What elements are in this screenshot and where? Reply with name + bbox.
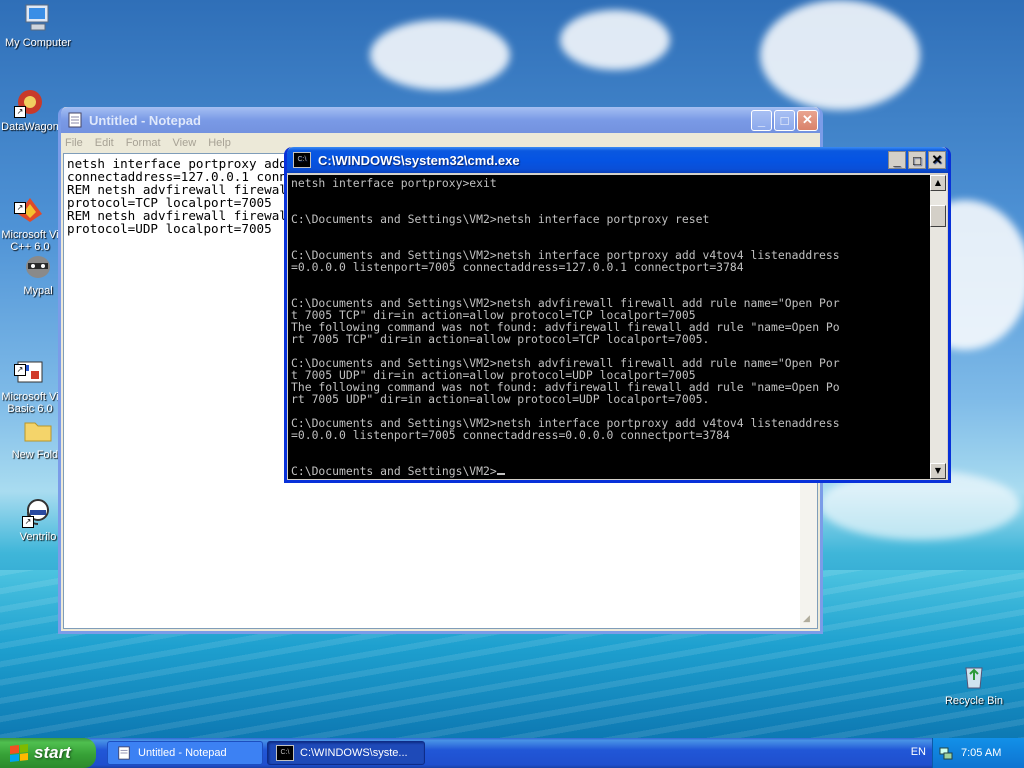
close-icon: ✕ bbox=[802, 112, 813, 127]
cmd-icon: C:\ bbox=[276, 745, 294, 761]
notepad-title: Untitled - Notepad bbox=[89, 112, 201, 128]
console-area[interactable]: netsh interface portproxy>exit C:\Docume… bbox=[288, 175, 947, 479]
scroll-up-button[interactable]: ▲ bbox=[930, 175, 946, 191]
scroll-thumb[interactable] bbox=[930, 205, 946, 227]
minimize-icon: _ bbox=[757, 112, 766, 128]
cloud bbox=[370, 20, 510, 90]
taskbar-item-notepad[interactable]: Untitled - Notepad bbox=[107, 741, 263, 765]
maximize-button[interactable]: □ bbox=[774, 109, 795, 131]
language-indicator[interactable]: EN bbox=[911, 746, 926, 758]
shortcut-arrow-icon: ↗ bbox=[22, 516, 34, 528]
menu-edit[interactable]: Edit bbox=[95, 137, 114, 149]
clock[interactable]: 7:05 AM bbox=[961, 747, 1001, 759]
minimize-button[interactable]: _ bbox=[888, 151, 906, 169]
cloud bbox=[760, 0, 920, 110]
cmd-window[interactable]: C:\ C:\WINDOWS\system32\cmd.exe _ □ ✕ ne… bbox=[284, 147, 951, 483]
scroll-down-button[interactable]: ▼ bbox=[930, 463, 946, 479]
notepad-icon bbox=[118, 746, 130, 760]
menu-help[interactable]: Help bbox=[208, 137, 231, 149]
console-text: netsh interface portproxy>exit C:\Docume… bbox=[291, 176, 840, 478]
minimize-icon: _ bbox=[893, 152, 901, 168]
desktop-icon-label: My Computer bbox=[4, 37, 72, 49]
cloud bbox=[560, 10, 670, 70]
visual-basic-icon: ↗ bbox=[14, 344, 46, 383]
visual-studio-icon: ↗ bbox=[14, 182, 46, 222]
close-icon: ✕ bbox=[931, 152, 943, 167]
maximize-button[interactable]: □ bbox=[908, 151, 926, 169]
close-button[interactable]: ✕ bbox=[928, 151, 946, 169]
taskbar-item-label: C:\WINDOWS\syste... bbox=[300, 747, 408, 759]
recycle-bin-icon bbox=[958, 660, 990, 692]
system-tray: 7:05 AM bbox=[932, 738, 1024, 768]
taskbar-item-cmd[interactable]: C:\ C:\WINDOWS\syste... bbox=[267, 741, 425, 765]
resize-grip-icon[interactable]: ◢ bbox=[803, 614, 815, 626]
taskbar: start Untitled - Notepad C:\ C:\WINDOWS\… bbox=[0, 738, 1024, 768]
maximize-icon: □ bbox=[780, 112, 789, 128]
folder-icon bbox=[22, 414, 54, 446]
desktop-icon-label: Recycle Bin bbox=[944, 695, 1004, 707]
network-icon[interactable] bbox=[939, 746, 953, 760]
start-button[interactable]: start bbox=[0, 738, 96, 768]
console-output[interactable]: netsh interface portproxy>exit C:\Docume… bbox=[288, 175, 932, 479]
shortcut-arrow-icon: ↗ bbox=[14, 106, 26, 118]
notepad-icon bbox=[68, 112, 82, 128]
menu-format[interactable]: Format bbox=[126, 137, 161, 149]
raccoon-icon bbox=[22, 250, 54, 282]
datawagon-icon: ↗ bbox=[14, 86, 46, 118]
shortcut-arrow-icon: ↗ bbox=[14, 364, 26, 376]
computer-icon bbox=[22, 2, 54, 34]
minimize-button[interactable]: _ bbox=[751, 109, 772, 131]
shortcut-arrow-icon: ↗ bbox=[14, 202, 26, 214]
notepad-titlebar[interactable]: Untitled - Notepad _ □ ✕ bbox=[61, 107, 820, 133]
maximize-icon: □ bbox=[913, 152, 921, 168]
windows-logo-icon bbox=[10, 744, 28, 762]
arrow-up-icon: ▲ bbox=[934, 178, 942, 187]
start-label: start bbox=[34, 743, 71, 762]
cmd-title: C:\WINDOWS\system32\cmd.exe bbox=[318, 152, 520, 168]
console-scrollbar[interactable]: ▲ ▼ bbox=[930, 175, 947, 479]
cmd-icon: C:\ bbox=[293, 152, 311, 168]
menu-view[interactable]: View bbox=[173, 137, 197, 149]
cmd-titlebar[interactable]: C:\ C:\WINDOWS\system32\cmd.exe _ □ ✕ bbox=[287, 147, 948, 173]
close-button[interactable]: ✕ bbox=[797, 109, 818, 131]
menu-file[interactable]: File bbox=[65, 137, 83, 149]
taskbar-item-label: Untitled - Notepad bbox=[138, 747, 227, 759]
desktop-icon-my-computer[interactable]: My Computer bbox=[0, 2, 78, 49]
desktop-icon-recycle-bin[interactable]: Recycle Bin bbox=[934, 660, 1014, 707]
console-cursor bbox=[496, 473, 505, 475]
arrow-down-icon: ▼ bbox=[934, 466, 942, 475]
headset-icon: ↗ bbox=[22, 496, 54, 528]
